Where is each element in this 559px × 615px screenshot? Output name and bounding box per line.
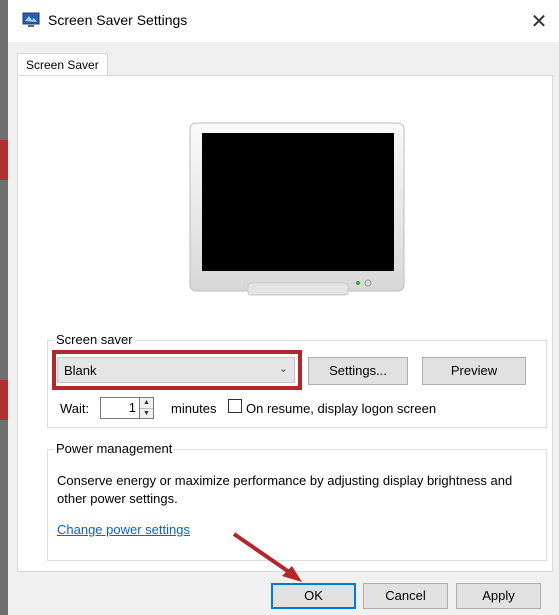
change-power-settings-link[interactable]: Change power settings xyxy=(57,522,190,537)
preview-button[interactable]: Preview xyxy=(422,357,526,385)
background-window-edge xyxy=(0,0,8,615)
screen-saver-group-label: Screen saver xyxy=(54,332,135,347)
close-button[interactable]: ✕ xyxy=(519,0,559,42)
screen-saver-dialog: Screen Saver Settings ✕ Screen Saver Scr… xyxy=(8,0,559,615)
tab-panel: Screen saver Blank ⌄ Settings... Preview… xyxy=(17,75,553,572)
wait-minutes-input[interactable]: 1 xyxy=(100,397,140,419)
tab-screen-saver[interactable]: Screen Saver xyxy=(17,53,108,76)
background-mark xyxy=(0,140,8,180)
close-icon: ✕ xyxy=(530,10,548,33)
annotation-highlight-box xyxy=(52,350,302,390)
spin-up-icon[interactable]: ▲ xyxy=(140,398,153,409)
settings-button[interactable]: Settings... xyxy=(308,357,408,385)
background-mark xyxy=(0,380,8,420)
wait-spinner[interactable]: ▲ ▼ xyxy=(140,397,154,419)
screen-saver-app-icon xyxy=(22,12,40,27)
resume-logon-checkbox[interactable] xyxy=(228,399,242,413)
power-management-description: Conserve energy or maximize performance … xyxy=(57,473,513,506)
monitor-preview xyxy=(189,122,405,296)
resume-logon-label[interactable]: On resume, display logon screen xyxy=(246,401,436,416)
cancel-button[interactable]: Cancel xyxy=(363,583,448,609)
screen-saver-group: Screen saver Blank ⌄ Settings... Preview… xyxy=(47,332,547,428)
tab-bar: Screen Saver xyxy=(8,42,559,76)
minutes-label: minutes xyxy=(171,401,217,416)
window-title: Screen Saver Settings xyxy=(48,12,188,28)
annotation-arrow-icon xyxy=(232,532,302,582)
apply-button[interactable]: Apply xyxy=(456,583,541,609)
ok-button[interactable]: OK xyxy=(271,583,356,609)
power-management-group-label: Power management xyxy=(54,441,175,456)
title-bar: Screen Saver Settings ✕ xyxy=(8,0,559,42)
wait-label: Wait: xyxy=(60,401,90,416)
spin-down-icon[interactable]: ▼ xyxy=(140,409,153,419)
